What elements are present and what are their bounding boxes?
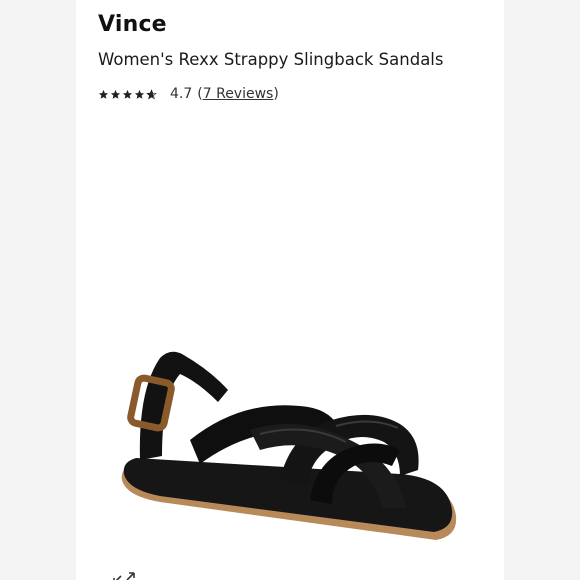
star-icon	[122, 89, 133, 99]
star-half-icon	[146, 88, 157, 99]
brand-name[interactable]: Vince	[98, 12, 167, 37]
sandal-image[interactable]	[100, 330, 480, 570]
page: Vince Women's Rexx Strappy Slingback San…	[0, 0, 580, 580]
product-title: Women's Rexx Strappy Slingback Sandals	[98, 50, 444, 69]
rating-row: 4.7 (7 Reviews)	[98, 86, 279, 102]
expand-arrows-icon[interactable]	[112, 571, 136, 580]
star-icon	[98, 89, 109, 99]
reviews-link[interactable]: 7 Reviews	[203, 86, 274, 102]
star-icon	[134, 89, 145, 99]
star-icon	[110, 89, 121, 99]
rating-value: 4.7	[170, 86, 193, 102]
reviews-close-paren: )	[273, 86, 279, 102]
rating-stars	[98, 88, 157, 100]
